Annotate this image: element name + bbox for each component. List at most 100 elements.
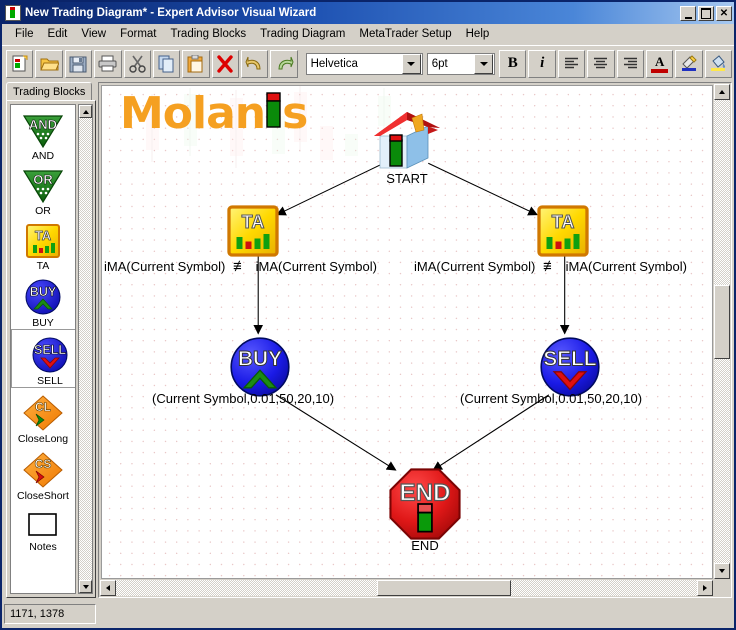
panel-tab-strip: Trading Blocks <box>4 82 96 101</box>
block-item-ta[interactable]: TA TA <box>11 217 75 272</box>
italic-icon: i <box>540 55 545 71</box>
node-label-start: START <box>386 171 428 186</box>
new-document-button[interactable] <box>6 49 34 78</box>
paint-bucket-icon <box>711 55 726 71</box>
svg-text:OR: OR <box>33 172 53 187</box>
trading-blocks-panel: Trading Blocks AND AND OR OR TA TA BUY B… <box>4 82 96 598</box>
menu-item-help[interactable]: Help <box>459 26 497 42</box>
or-gate-triangle-icon: OR <box>22 170 64 204</box>
ta-left-operand-1: iMA(Current Symbol) <box>104 259 226 274</box>
fill-color-button[interactable] <box>704 49 733 78</box>
canvas-scroll-down-button[interactable] <box>714 563 730 579</box>
blocks-vertical-scrollbar[interactable] <box>78 104 93 594</box>
canvas-vertical-scrollbar[interactable] <box>714 84 730 579</box>
scrollbar-corner <box>714 580 730 596</box>
blocks-scroll-down-button[interactable] <box>79 580 92 593</box>
block-label-closelong: CloseLong <box>17 433 69 445</box>
notes-rectangle-icon <box>28 513 57 536</box>
minimize-button[interactable] <box>680 5 696 21</box>
ta-right-operand-2: iMA(Current Symbol) <box>565 259 687 274</box>
node-ta-right[interactable]: TA <box>536 204 590 258</box>
open-folder-button[interactable] <box>35 49 63 78</box>
copy-button[interactable] <box>152 49 181 78</box>
redo-button[interactable] <box>270 49 298 78</box>
status-coordinates: 1171, 1378 <box>4 604 96 624</box>
menu-item-file[interactable]: File <box>8 26 41 42</box>
node-ta-left[interactable]: TA <box>226 204 280 258</box>
block-item-closeshort[interactable]: CS CloseShort <box>11 445 75 502</box>
block-item-buy[interactable]: BUY BUY <box>11 272 75 329</box>
font-family-combobox[interactable]: Helvetica <box>305 52 423 75</box>
align-left-button[interactable] <box>557 49 586 78</box>
svg-text:CL: CL <box>35 400 51 414</box>
app-candlestick-icon <box>5 5 21 21</box>
svg-text:END: END <box>399 480 450 507</box>
canvas-vertical-scroll-thumb[interactable] <box>714 285 730 360</box>
block-item-closelong[interactable]: CL CloseLong <box>11 388 75 445</box>
svg-text:AND: AND <box>29 117 57 132</box>
blocks-scroll-track[interactable] <box>79 118 92 580</box>
blocks-scroll-up-button[interactable] <box>79 105 92 118</box>
toolbar: Helvetica 6pt B i A <box>2 45 734 81</box>
chevron-down-icon[interactable] <box>474 53 494 74</box>
block-item-sell[interactable]: SELL SELL <box>11 329 75 388</box>
align-right-button[interactable] <box>616 49 644 78</box>
node-buy[interactable]: BUY <box>228 335 292 399</box>
block-label-sell: SELL <box>37 375 63 387</box>
menu-item-edit[interactable]: Edit <box>41 26 75 42</box>
svg-text:SELL: SELL <box>543 347 596 370</box>
align-center-button[interactable] <box>587 49 615 78</box>
buy-parameters: (Current Symbol,0.01,50,20,10) <box>152 391 335 406</box>
save-button[interactable] <box>64 49 93 78</box>
cut-button[interactable] <box>123 49 151 78</box>
canvas-scroll-up-button[interactable] <box>714 84 730 100</box>
canvas-horizontal-scroll-track[interactable] <box>116 580 697 596</box>
node-start[interactable] <box>372 106 442 176</box>
block-item-or[interactable]: OR OR <box>11 162 75 217</box>
menu-item-metatrader-setup[interactable]: MetaTrader Setup <box>352 26 458 42</box>
menu-item-view[interactable]: View <box>74 26 113 42</box>
svg-text:TA: TA <box>242 212 265 232</box>
close-long-icon: CL <box>23 395 63 431</box>
undo-button[interactable] <box>241 49 269 78</box>
svg-text:TA: TA <box>552 212 575 232</box>
sell-parameters: (Current Symbol,0.01,50,20,10) <box>460 391 643 406</box>
tab-trading-blocks[interactable]: Trading Blocks <box>6 82 93 101</box>
canvas-scroll-left-button[interactable] <box>100 580 116 596</box>
paste-button[interactable] <box>182 49 210 78</box>
svg-text:SELL: SELL <box>34 343 66 357</box>
font-color-button[interactable]: A <box>645 49 674 78</box>
block-label-and: AND <box>31 150 55 162</box>
diagram-canvas[interactable]: Molan s START TA TA iMA(Current Symbol) … <box>101 85 713 579</box>
highlight-button[interactable] <box>675 49 703 78</box>
bold-button[interactable]: B <box>499 49 527 78</box>
molanis-logo: Molan s <box>120 88 308 139</box>
block-item-notes[interactable]: Notes <box>11 502 75 553</box>
technical-analysis-icon: TA <box>227 205 279 257</box>
canvas-horizontal-scroll-thumb[interactable] <box>377 580 512 596</box>
menu-item-trading-blocks[interactable]: Trading Blocks <box>164 26 254 42</box>
canvas-scroll-right-button[interactable] <box>697 580 713 596</box>
menu-item-format[interactable]: Format <box>113 26 163 42</box>
svg-text:TA: TA <box>35 228 52 243</box>
canvas-vertical-scroll-track[interactable] <box>714 100 730 563</box>
canvas-horizontal-scrollbar[interactable] <box>100 580 713 596</box>
block-label-notes: Notes <box>29 541 57 553</box>
font-size-combobox[interactable]: 6pt <box>426 52 496 75</box>
window-controls: ✕ <box>680 5 732 21</box>
block-item-and[interactable]: AND AND <box>11 107 75 162</box>
close-button[interactable]: ✕ <box>716 5 732 21</box>
align-center-icon <box>594 57 608 69</box>
print-button[interactable] <box>94 49 122 78</box>
maximize-button[interactable] <box>698 5 714 21</box>
font-size-value: 6pt <box>431 57 448 70</box>
chevron-down-icon[interactable] <box>401 53 421 74</box>
svg-text:BUY: BUY <box>238 347 282 370</box>
delete-button[interactable] <box>211 49 239 78</box>
node-sell[interactable]: SELL <box>538 335 602 399</box>
end-stop-sign-icon: END <box>389 468 461 540</box>
node-end[interactable]: END <box>387 466 463 542</box>
italic-button[interactable]: i <box>528 49 556 78</box>
trading-blocks-list-frame: AND AND OR OR TA TA BUY BUY SELL SELL CL… <box>6 100 96 598</box>
menu-item-trading-diagram[interactable]: Trading Diagram <box>253 26 352 42</box>
